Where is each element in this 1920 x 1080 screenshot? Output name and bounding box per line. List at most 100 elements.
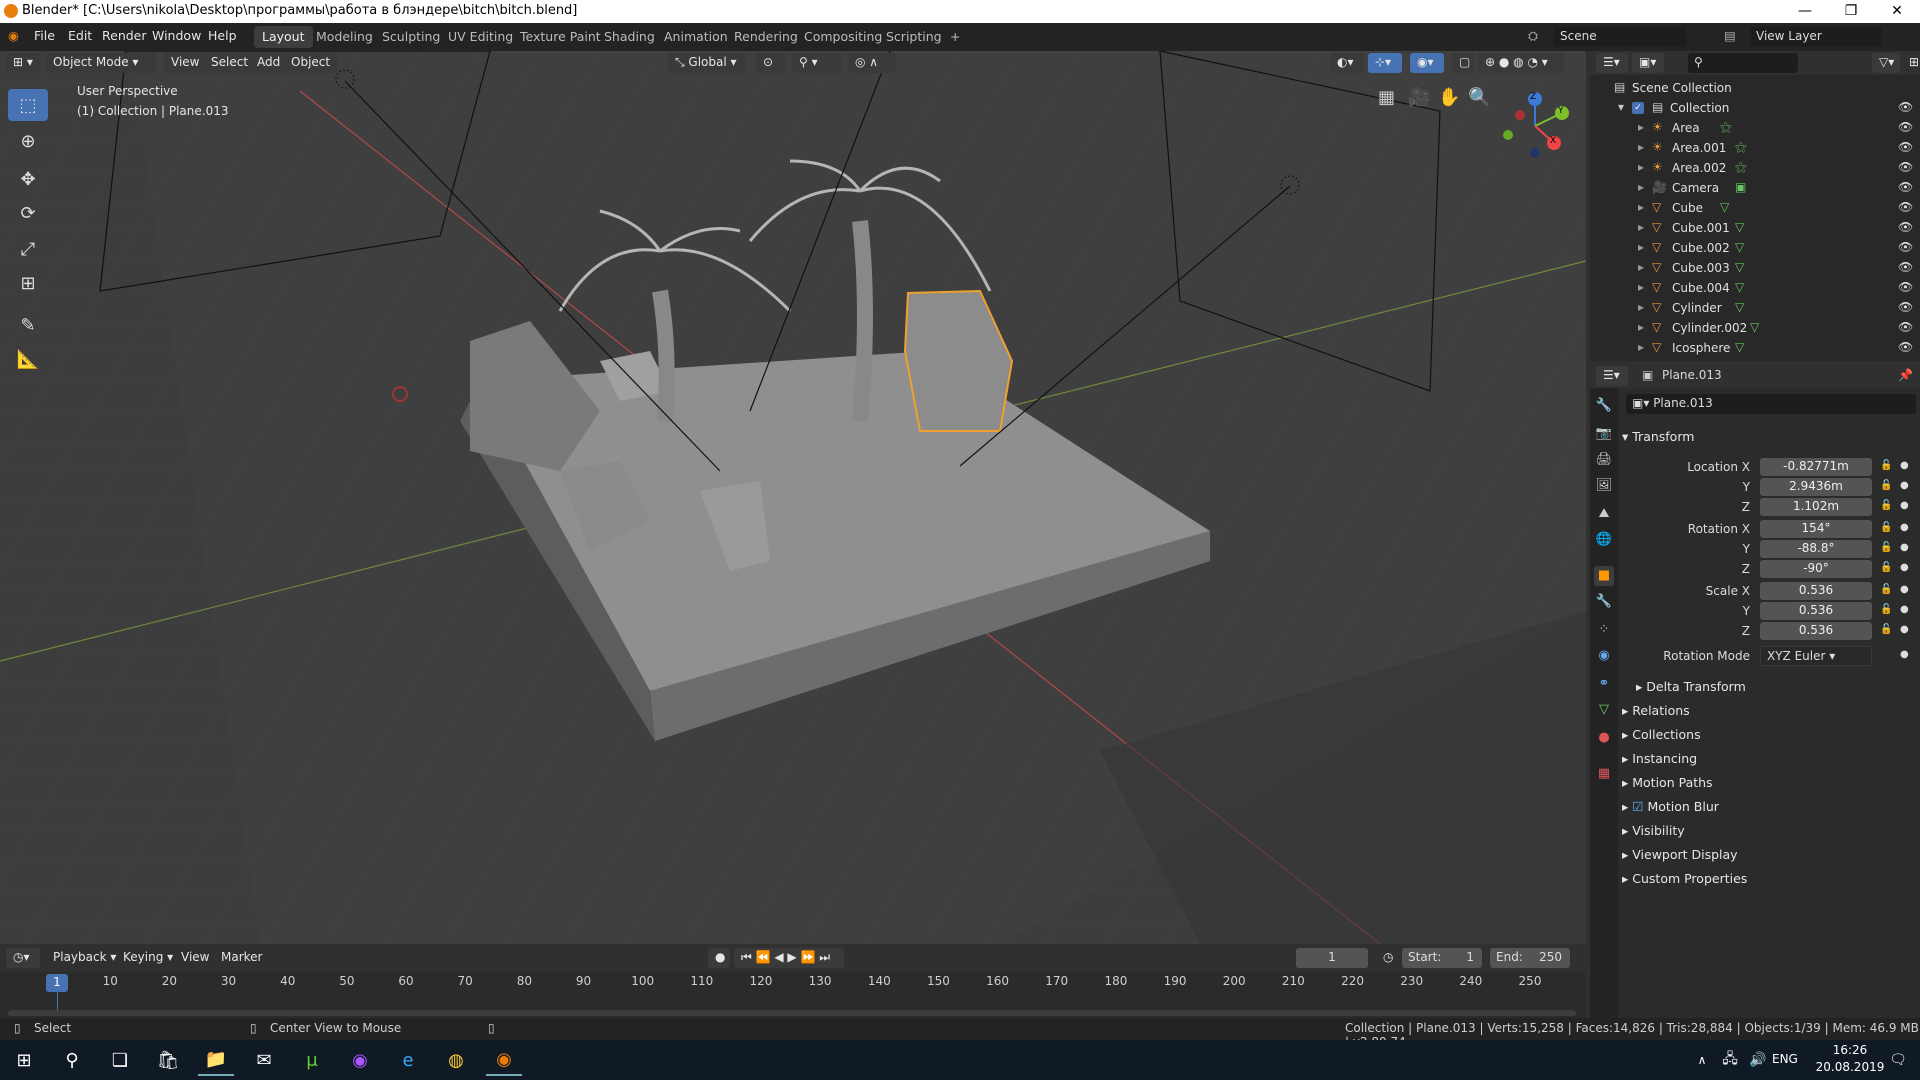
world-tab-icon[interactable]: 🌐 xyxy=(1594,530,1614,550)
outliner-item[interactable]: ▸ ▽ Cube.003 ▽ 👁 xyxy=(1590,258,1920,278)
checkbox-icon[interactable]: ✓ xyxy=(1632,102,1644,114)
outliner-item[interactable]: ▸ ▽ Cube.001 ▽ 👁 xyxy=(1590,218,1920,238)
eye-icon[interactable]: 👁 xyxy=(1898,220,1913,234)
axis-gizmo[interactable]: Z Y X xyxy=(1500,91,1570,161)
outliner-item[interactable]: ▸ ▽ Icosphere ▽ 👁 xyxy=(1590,338,1920,358)
outliner-editor-type[interactable]: ☰▾ xyxy=(1596,53,1628,73)
eye-icon[interactable]: 👁 xyxy=(1898,160,1913,174)
tab-sculpting[interactable]: Sculpting xyxy=(374,26,448,48)
section-header[interactable]: ▸ ☑ Motion Blur xyxy=(1622,799,1719,814)
menu-window[interactable]: Window xyxy=(152,28,201,43)
timeline-view-menu[interactable]: View xyxy=(174,948,216,968)
shading-mode-icons[interactable]: ⊕ ● ◍ ◔ ▾ xyxy=(1478,53,1564,73)
scene-collection-row[interactable]: ▤ Scene Collection xyxy=(1590,78,1920,98)
editor-type-button[interactable]: ⊞ ▾ xyxy=(6,53,40,73)
move-icon[interactable]: ✥ xyxy=(8,163,48,195)
eye-icon[interactable]: 👁 xyxy=(1898,340,1913,354)
marker-menu[interactable]: Marker xyxy=(214,948,269,968)
tool-tab-icon[interactable]: 🔧 xyxy=(1594,396,1614,416)
pivot-icon[interactable]: ⊙ xyxy=(756,53,786,73)
file-explorer-icon[interactable]: 📁 xyxy=(198,1044,234,1076)
section-header[interactable]: ▸ Visibility xyxy=(1622,823,1685,838)
menu-file[interactable]: File xyxy=(34,28,55,43)
object-tab-icon[interactable]: ■ xyxy=(1594,566,1614,586)
section-header[interactable]: ▸ Motion Paths xyxy=(1622,775,1713,790)
particles-tab-icon[interactable]: ⁘ xyxy=(1594,620,1614,640)
minimize-button[interactable]: — xyxy=(1782,0,1828,23)
outliner-search-input[interactable]: ⚲ xyxy=(1688,53,1798,73)
eye-icon[interactable]: 👁 xyxy=(1898,200,1913,214)
measure-icon[interactable]: 📐 xyxy=(8,343,48,375)
search-icon[interactable]: ⚲ xyxy=(54,1044,90,1076)
expand-arrow-icon[interactable]: ▸ xyxy=(1638,220,1644,234)
mesh-data-icon[interactable]: ▽ xyxy=(1735,220,1744,234)
section-header[interactable]: ▸ Collections xyxy=(1622,727,1701,742)
tab-scripting[interactable]: Scripting xyxy=(878,26,950,48)
pan-hand-icon[interactable]: ✋ xyxy=(1438,87,1460,108)
task-view-icon[interactable]: ❏ xyxy=(102,1044,138,1076)
scale-icon[interactable]: ⤢ xyxy=(8,233,48,265)
scale-z-field[interactable]: 0.536 xyxy=(1760,622,1872,640)
collection-row[interactable]: ▾ ✓ ▤ Collection 👁 xyxy=(1590,98,1920,118)
section-header[interactable]: ▸ Custom Properties xyxy=(1622,871,1747,886)
select-box-icon[interactable]: ⬚ xyxy=(8,89,48,121)
keyframe-dot-icon[interactable]: ● xyxy=(1900,500,1909,511)
section-header[interactable]: ▸ Viewport Display xyxy=(1622,847,1738,862)
view-layer-selector[interactable]: View Layer xyxy=(1750,27,1882,47)
camera-view-icon[interactable]: 🎥 xyxy=(1408,87,1430,108)
outliner-item[interactable]: ▸ ▽ Cylinder ▽ 👁 xyxy=(1590,298,1920,318)
tab-animation[interactable]: Animation xyxy=(656,26,736,48)
tab-modeling[interactable]: Modeling xyxy=(308,26,381,48)
eye-icon[interactable]: 👁 xyxy=(1898,260,1913,274)
view-menu[interactable]: View xyxy=(164,53,207,73)
outliner-item[interactable]: ▸ ▽ Cube ▽ 👁 xyxy=(1590,198,1920,218)
playback-controls[interactable]: ⏮ ⏪ ◀ ▶ ⏩ ⏭ xyxy=(734,948,844,968)
properties-editor-type[interactable]: ☰▾ xyxy=(1596,366,1628,386)
section-header[interactable]: ▸ Relations xyxy=(1622,703,1690,718)
scale-x-field[interactable]: 0.536 xyxy=(1760,582,1872,600)
keyframe-dot-icon[interactable]: ● xyxy=(1900,480,1909,491)
outliner-item[interactable]: ▸ ▽ Cube.002 ▽ 👁 xyxy=(1590,238,1920,258)
utorrent-icon[interactable]: μ xyxy=(294,1044,330,1076)
location-y-field[interactable]: 2.9436m xyxy=(1760,478,1872,496)
scale-y-field[interactable]: 0.536 xyxy=(1760,602,1872,620)
light-data-icon[interactable]: ⚝ xyxy=(1735,160,1747,175)
rotation-mode-dropdown[interactable]: XYZ Euler ▾ xyxy=(1760,646,1872,666)
tab-rendering[interactable]: Rendering xyxy=(726,26,806,48)
tab-uv-editing[interactable]: UV Editing xyxy=(440,26,521,48)
eye-icon[interactable]: 👁 xyxy=(1898,180,1913,194)
outliner-item[interactable]: ▸ ☀ Area.002 ⚝ 👁 xyxy=(1590,158,1920,178)
annotate-icon[interactable]: ✎ xyxy=(8,309,48,341)
cursor-icon[interactable]: ⊕ xyxy=(8,125,48,157)
delta-transform-header[interactable]: ▸ Delta Transform xyxy=(1636,679,1746,694)
expand-arrow-icon[interactable]: ▸ xyxy=(1638,340,1644,354)
expand-arrow-icon[interactable]: ▸ xyxy=(1638,160,1644,174)
keyframe-dot-icon[interactable]: ● xyxy=(1900,542,1909,553)
outliner-item[interactable]: ▸ ☀ Area.001 ⚝ 👁 xyxy=(1590,138,1920,158)
mesh-data-icon[interactable]: ▽ xyxy=(1735,260,1744,274)
modifier-tab-icon[interactable]: 🔧 xyxy=(1594,592,1614,612)
render-tab-icon[interactable]: 📷 xyxy=(1594,424,1614,444)
expand-arrow-icon[interactable]: ▸ xyxy=(1638,200,1644,214)
display-mode-icon[interactable]: ▣▾ xyxy=(1632,53,1664,73)
mesh-data-icon[interactable]: ▽ xyxy=(1735,240,1744,254)
expand-arrow-icon[interactable]: ▸ xyxy=(1638,280,1644,294)
expand-arrow-icon[interactable]: ▾ xyxy=(1618,100,1624,114)
blender-menu-icon[interactable]: ◉ xyxy=(8,28,19,43)
timeline-editor-type[interactable]: ◷▾ xyxy=(6,948,40,968)
expand-arrow-icon[interactable]: ▸ xyxy=(1638,240,1644,254)
maximize-button[interactable]: ❐ xyxy=(1828,0,1874,23)
keyframe-dot-icon[interactable]: ● xyxy=(1900,584,1909,595)
orientation-dropdown[interactable]: ⤡ Global ▾ xyxy=(668,53,746,73)
menu-render[interactable]: Render xyxy=(102,28,147,43)
3d-viewport[interactable]: ⊞ ▾ Object Mode ▾ View Select Add Object… xyxy=(0,51,1586,944)
playback-menu[interactable]: Playback ▾ xyxy=(46,948,123,968)
lock-icon[interactable]: 🔓 xyxy=(1880,604,1892,615)
blender-taskbar-icon[interactable]: ◉ xyxy=(486,1044,522,1076)
expand-arrow-icon[interactable]: ▸ xyxy=(1638,260,1644,274)
xray-icon[interactable]: ▢ xyxy=(1452,53,1474,73)
data-tab-icon[interactable]: ▽ xyxy=(1594,700,1614,720)
expand-arrow-icon[interactable]: ▸ xyxy=(1638,140,1644,154)
lock-icon[interactable]: 🔓 xyxy=(1880,460,1892,471)
tab-texture-paint[interactable]: Texture Paint xyxy=(512,26,609,48)
